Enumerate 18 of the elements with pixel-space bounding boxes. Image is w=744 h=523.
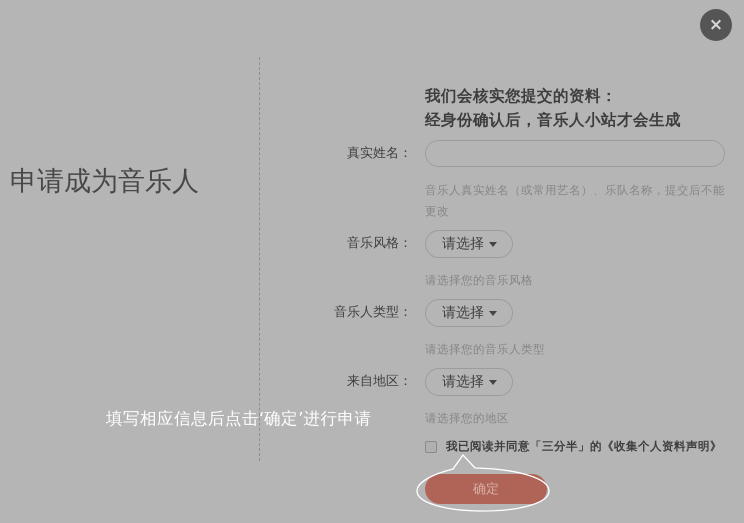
select-dropdown[interactable]: 请选择 [425, 299, 513, 327]
field-label: 来自地区： [346, 373, 412, 391]
field-label: 音乐人类型： [333, 304, 412, 322]
close-button[interactable]: × [700, 9, 732, 41]
caret-icon [489, 310, 497, 316]
name-input-field[interactable] [425, 140, 725, 167]
heading-text: 经身份确认后，音乐人小站才会生成 [425, 110, 682, 131]
caret-icon [489, 380, 497, 384]
select-dropdown[interactable]: 请选择 [425, 230, 513, 258]
instruction-annotation: 填写相应信息后点击‘确定’进行申请 [106, 408, 372, 430]
heading-text: 我们会核实您提交的资料： [425, 86, 618, 107]
agreement-checkbox[interactable] [425, 440, 437, 452]
dialog-title: 申请成为音乐人 [10, 165, 200, 199]
select-dropdown[interactable]: 请选择 [425, 368, 513, 396]
agreement-text: 我已阅读并同意「三分半」的《收集个人资料声明》 [446, 439, 722, 454]
caret-icon [489, 242, 497, 246]
field-label: 真实姓名： [346, 145, 412, 163]
field-label: 音乐风格： [346, 235, 412, 253]
